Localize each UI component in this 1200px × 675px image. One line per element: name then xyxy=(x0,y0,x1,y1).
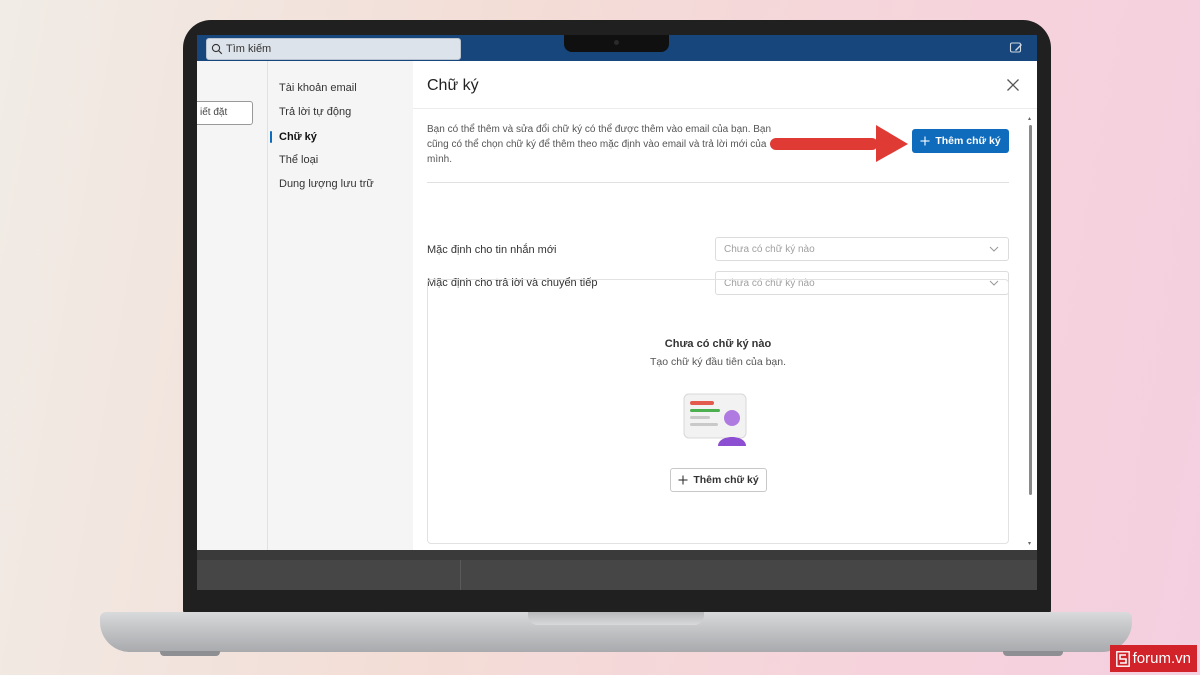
close-icon[interactable] xyxy=(1006,78,1020,92)
section-divider xyxy=(427,182,1009,183)
default-new-message-label: Mặc định cho tin nhắn mới xyxy=(427,244,557,256)
settings-nav: Tài khoản email Trả lời tự động Chữ ký T… xyxy=(267,61,413,550)
scrollbar-thumb[interactable] xyxy=(1029,125,1032,495)
search-box[interactable]: Tìm kiếm xyxy=(206,38,461,60)
plus-icon xyxy=(678,475,688,485)
nav-item-categories[interactable]: Thể loại xyxy=(279,154,318,166)
empty-state-subtitle: Tạo chữ ký đầu tiên của bạn. xyxy=(649,356,787,368)
nav-item-email-accounts[interactable]: Tài khoản email xyxy=(279,82,357,94)
compose-icon[interactable] xyxy=(1009,41,1023,55)
nav-item-storage[interactable]: Dung lượng lưu trữ xyxy=(279,178,374,190)
search-label: Tìm kiếm xyxy=(226,43,272,55)
watermark-logo: forum.vn xyxy=(1109,645,1197,672)
settings-category-selected[interactable]: iết đặt xyxy=(197,101,253,125)
scroll-down-icon[interactable]: ▾ xyxy=(1028,540,1033,547)
nav-item-auto-reply[interactable]: Trả lời tự động xyxy=(279,106,351,118)
add-signature-button[interactable]: Thêm chữ ký xyxy=(912,129,1009,153)
default-new-message-value: Chưa có chữ ký nào xyxy=(724,243,815,255)
default-new-message-select[interactable]: Chưa có chữ ký nào xyxy=(715,237,1009,261)
settings-categories: iết đặt xyxy=(197,61,267,550)
nav-active-indicator xyxy=(270,131,272,143)
laptop-screen: Tìm kiếm iết đặt Tài khoản email Trả lời… xyxy=(197,35,1037,590)
red-arrow-icon xyxy=(770,125,908,162)
signature-panel: Chữ ký Bạn có thể thêm và sửa đổi chữ ký… xyxy=(413,61,1037,550)
laptop-base-notch xyxy=(528,612,704,625)
signature-description: Bạn có thể thêm và sửa đổi chữ ký có thể… xyxy=(427,124,772,165)
empty-signature-box: Chưa có chữ ký nào Tạo chữ ký đầu tiên c… xyxy=(427,279,1009,544)
scroll-up-icon[interactable]: ▴ xyxy=(1028,115,1033,122)
forum-logo-icon xyxy=(1115,650,1130,667)
add-signature-button-secondary[interactable]: Thêm chữ ký xyxy=(670,468,767,492)
add-signature-secondary-label: Thêm chữ ký xyxy=(693,474,759,486)
laptop-foot-right xyxy=(1003,651,1063,656)
add-signature-label: Thêm chữ ký xyxy=(935,135,1001,147)
search-icon xyxy=(211,43,223,55)
top-bar: Tìm kiếm xyxy=(197,35,1037,61)
laptop-foot-left xyxy=(160,651,220,656)
laptop-base xyxy=(100,612,1132,652)
empty-state-title: Chưa có chữ ký nào xyxy=(664,338,772,350)
camera-notch xyxy=(564,35,669,52)
signature-illustration-icon xyxy=(683,393,747,446)
watermark-text: forum.vn xyxy=(1132,650,1191,667)
nav-item-signature[interactable]: Chữ ký xyxy=(279,131,317,143)
page-title: Chữ ký xyxy=(427,77,479,94)
header-divider xyxy=(413,108,1037,109)
panel-scrollbar[interactable]: ▴ ▾ xyxy=(1028,115,1033,547)
chevron-down-icon xyxy=(989,246,999,252)
plus-icon xyxy=(920,136,930,146)
